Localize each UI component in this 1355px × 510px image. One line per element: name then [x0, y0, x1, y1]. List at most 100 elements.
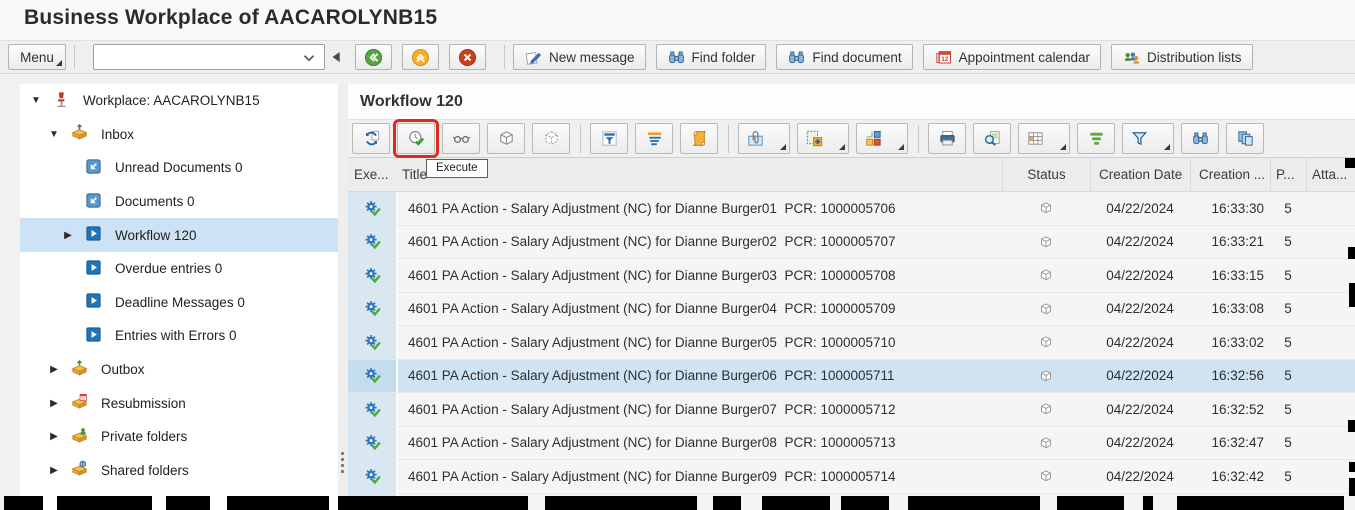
- execute-workitem-cell[interactable]: [348, 393, 398, 426]
- execute-button[interactable]: [393, 119, 439, 158]
- scroll-icon: [690, 129, 709, 148]
- execute-gear-icon: [363, 400, 382, 419]
- top-toolbar: Menu New message Find folder Find document…: [0, 40, 1355, 74]
- back-button[interactable]: [355, 44, 392, 70]
- sidebar-item-workplace-aacarolynb15[interactable]: ▼ Workplace: AACAROLYNB15: [20, 84, 338, 118]
- grid-header-row: Exe... Title Status Creation Date Creati…: [348, 158, 1355, 192]
- sidebar-item-inbox[interactable]: ▼ Inbox: [20, 118, 338, 152]
- page-up-button[interactable]: [402, 44, 439, 70]
- workitem-creation-date: 04/22/2024: [1106, 301, 1174, 317]
- appointment-calendar-button[interactable]: 12 Appointment calendar: [922, 44, 1101, 70]
- execute-workitem-cell[interactable]: [348, 292, 398, 325]
- expander-open-icon[interactable]: ▼: [28, 95, 44, 106]
- workitem-creation-time: 16:33:02: [1211, 334, 1264, 350]
- refresh-icon: [362, 129, 381, 148]
- column-header-creation-date[interactable]: Creation Date: [1090, 158, 1190, 191]
- redaction-mark: [1345, 158, 1355, 168]
- workflow-log-button[interactable]: [680, 123, 718, 154]
- sidebar-item-outbox[interactable]: ▶ Outbox: [20, 353, 338, 387]
- add-attachment-icon: [805, 129, 824, 148]
- status-cube-icon: [1037, 266, 1055, 284]
- display-object-button[interactable]: [487, 123, 525, 154]
- workitem-row[interactable]: 4601 PA Action - Salary Adjustment (NC) …: [348, 192, 1355, 226]
- workitem-row[interactable]: 4601 PA Action - Salary Adjustment (NC) …: [348, 460, 1355, 494]
- execute-workitem-cell[interactable]: [348, 460, 398, 493]
- new-message-button[interactable]: New message: [513, 44, 646, 70]
- column-header-priority[interactable]: P...: [1270, 158, 1306, 191]
- sidebar-item-workflow-120[interactable]: ▶ Workflow 120: [20, 218, 338, 252]
- sidebar-item-documents-0[interactable]: Documents 0: [20, 185, 338, 219]
- expander-open-icon[interactable]: ▼: [46, 129, 62, 140]
- create-attachment-button[interactable]: [797, 123, 849, 154]
- views-button[interactable]: [1226, 123, 1264, 154]
- workitem-row[interactable]: 4601 PA Action - Salary Adjustment (NC) …: [348, 426, 1355, 460]
- splitter-grip-icon: [341, 452, 344, 473]
- menu-button[interactable]: Menu: [8, 44, 66, 70]
- column-header-creation-time[interactable]: Creation ...: [1190, 158, 1270, 191]
- status-cube-icon: [1037, 300, 1055, 318]
- paperclip-icon: [746, 129, 765, 148]
- workitem-attachments: [1306, 326, 1355, 359]
- workitem-attachments: [1306, 259, 1355, 292]
- workitem-attachments: [1306, 192, 1355, 225]
- expander-closed-icon[interactable]: ▶: [46, 431, 62, 442]
- workflow-icon: [84, 291, 103, 310]
- print-button[interactable]: [928, 123, 966, 154]
- execute-tooltip: Execute: [426, 159, 488, 178]
- column-header-status[interactable]: Status: [1002, 158, 1090, 191]
- toolbar-separator: [580, 124, 581, 153]
- status-cube-icon: [1037, 367, 1055, 385]
- refresh-button[interactable]: [352, 123, 390, 154]
- execute-workitem-cell[interactable]: [348, 225, 398, 258]
- attachments-button[interactable]: [738, 123, 790, 154]
- workitem-row[interactable]: 4601 PA Action - Salary Adjustment (NC) …: [348, 225, 1355, 259]
- new-message-icon: [524, 48, 543, 67]
- workitem-status-cell: [1002, 259, 1090, 292]
- find-document-button[interactable]: Find document: [776, 44, 913, 70]
- column-header-title[interactable]: Title: [398, 158, 1002, 191]
- workitem-row[interactable]: 4601 PA Action - Salary Adjustment (NC) …: [348, 292, 1355, 326]
- display-button[interactable]: [442, 123, 480, 154]
- column-header-execute[interactable]: Exe...: [348, 158, 398, 191]
- sidebar-item-entries-with-errors-0[interactable]: Entries with Errors 0: [20, 319, 338, 353]
- cancel-button[interactable]: [449, 44, 486, 70]
- workitem-row[interactable]: 4601 PA Action - Salary Adjustment (NC) …: [348, 259, 1355, 293]
- workitem-row[interactable]: 4601 PA Action - Salary Adjustment (NC) …: [348, 359, 1355, 393]
- find-button[interactable]: [1181, 123, 1219, 154]
- sidebar-item-resubmission[interactable]: ▶ 12 Resubmission: [20, 386, 338, 420]
- sidebar-item-deadline-messages-0[interactable]: Deadline Messages 0: [20, 286, 338, 320]
- toolbar-scroll-left-button[interactable]: [329, 44, 345, 70]
- object-preview-button[interactable]: [532, 123, 570, 154]
- sidebar-item-private-folders[interactable]: ▶ Private folders: [20, 420, 338, 454]
- execute-workitem-cell[interactable]: [348, 259, 398, 292]
- execute-workitem-cell[interactable]: [348, 359, 398, 392]
- mail-slot-button[interactable]: [590, 123, 628, 154]
- sort-button[interactable]: [1077, 123, 1115, 154]
- workitem-list: 4601 PA Action - Salary Adjustment (NC) …: [348, 192, 1355, 510]
- grouping-button[interactable]: [635, 123, 673, 154]
- filter-button[interactable]: [1122, 123, 1174, 154]
- up-icon: [411, 48, 430, 67]
- execute-workitem-cell[interactable]: [348, 426, 398, 459]
- status-cube-icon: [1037, 199, 1055, 217]
- panel-splitter[interactable]: [338, 84, 348, 510]
- sidebar-item-overdue-entries-0[interactable]: Overdue entries 0: [20, 252, 338, 286]
- expander-closed-icon[interactable]: ▶: [46, 364, 62, 375]
- execute-workitem-cell[interactable]: [348, 326, 398, 359]
- layout-blocks-button[interactable]: [856, 123, 908, 154]
- command-combobox[interactable]: [93, 44, 325, 70]
- menu-button-label: Menu: [20, 49, 54, 65]
- expander-closed-icon[interactable]: ▶: [46, 465, 62, 476]
- sidebar-item-shared-folders[interactable]: ▶ Shared folders: [20, 454, 338, 488]
- execute-workitem-cell[interactable]: [348, 192, 398, 225]
- find-folder-button[interactable]: Find folder: [655, 44, 767, 70]
- expander-closed-icon[interactable]: ▶: [60, 230, 76, 241]
- redaction-bar: [545, 496, 697, 510]
- table-settings-button[interactable]: [1018, 123, 1070, 154]
- find-in-list-button[interactable]: [973, 123, 1011, 154]
- expander-closed-icon[interactable]: ▶: [46, 398, 62, 409]
- workitem-row[interactable]: 4601 PA Action - Salary Adjustment (NC) …: [348, 326, 1355, 360]
- distribution-lists-button[interactable]: Distribution lists: [1111, 44, 1253, 70]
- workitem-row[interactable]: 4601 PA Action - Salary Adjustment (NC) …: [348, 393, 1355, 427]
- sidebar-item-unread-documents-0[interactable]: Unread Documents 0: [20, 151, 338, 185]
